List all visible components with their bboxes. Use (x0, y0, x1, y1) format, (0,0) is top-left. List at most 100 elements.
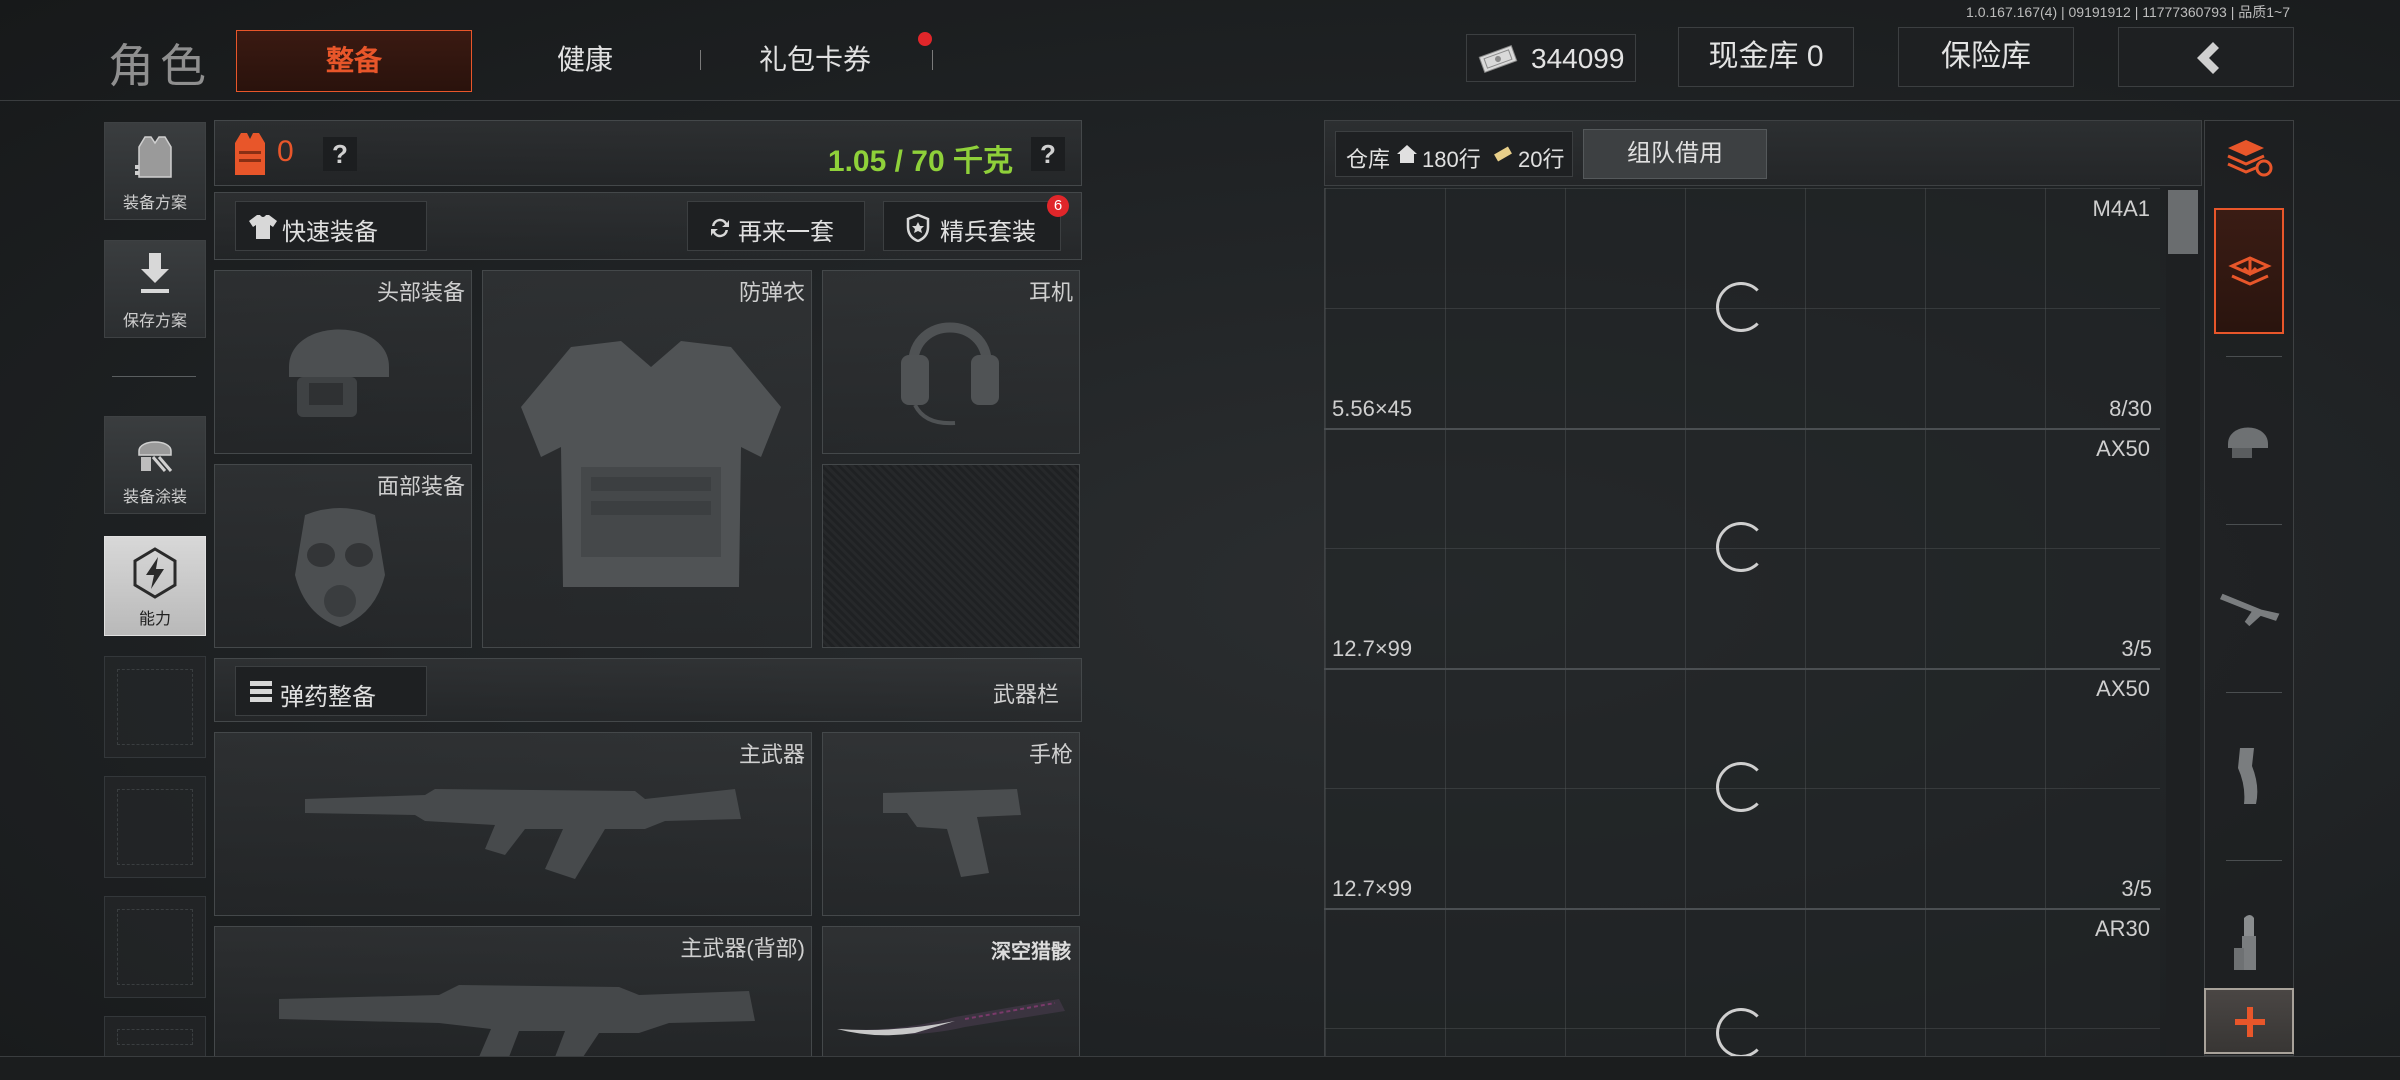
warehouse-header: 仓库 180行 20行 组队借用 (1324, 120, 2202, 186)
sidebar-divider (112, 376, 196, 377)
filter-magazine-button[interactable] (2214, 742, 2282, 810)
headset-icon (901, 322, 999, 426)
filter-divider (2226, 692, 2282, 693)
scrollbar-thumb[interactable] (2168, 190, 2198, 254)
reroll-button[interactable]: 再来一套 (687, 201, 865, 251)
loading-spinner-icon (1716, 762, 1766, 812)
paint-icon (138, 441, 173, 472)
cash-vault-label: 现金库 0 (1708, 40, 1824, 73)
primary-weapon-slot[interactable]: 主武器 (214, 732, 812, 916)
stack-refresh-icon (2227, 140, 2273, 177)
loading-spinner-icon (1716, 522, 1766, 572)
version-text: 1.0.167.167(4) | 09191912 | 11777360793 … (1966, 4, 2290, 20)
safe-vault-label: 保险库 (1941, 40, 2031, 73)
warehouse-rows-ticket: 20行 (1518, 147, 1565, 172)
filter-ammo-button[interactable] (2214, 910, 2282, 978)
notification-dot (918, 32, 932, 46)
bottom-bar (0, 1056, 2400, 1080)
ammo-bar: 弹药整备 武器栏 (214, 658, 1082, 722)
warehouse-item[interactable]: AX50 12.7×99 3/5 (1324, 668, 2160, 910)
elite-set-label: 精兵套装 (940, 219, 1036, 246)
weapon-bar-label: 武器栏 (992, 682, 1059, 707)
add-button[interactable] (2204, 988, 2294, 1054)
empty-slot (104, 776, 206, 878)
weight-value: 1.05 / 70 千克 (827, 145, 1013, 178)
tab-health[interactable]: 健康 (500, 30, 670, 90)
pistol-slot[interactable]: 手枪 (822, 732, 1080, 916)
primary-back-weapon-slot[interactable]: 主武器(背部) (214, 926, 812, 1057)
team-borrow-button[interactable]: 组队借用 (1583, 129, 1767, 179)
sidebar-item-ability[interactable]: 能力 (104, 536, 206, 636)
filter-helmet-button[interactable] (2214, 404, 2282, 472)
primary-back-weapon-label: 主武器(背部) (680, 936, 805, 961)
back-button[interactable] (2118, 27, 2294, 87)
magazine-icon (2238, 748, 2258, 804)
gas-mask-icon (295, 508, 385, 627)
filter-divider (2226, 860, 2282, 861)
melee-slot[interactable]: 深空猎骸 (822, 926, 1080, 1056)
loading-spinner-icon (1716, 282, 1766, 332)
locked-slot (822, 464, 1080, 648)
back-arrow-icon (2197, 42, 2219, 74)
sidebar-item-label: 能力 (138, 611, 171, 628)
empty-slot (104, 896, 206, 998)
melee-label: 深空猎骸 (991, 941, 1071, 963)
download-icon (141, 253, 169, 293)
sidebar-item-save-plan[interactable]: 保存方案 (104, 240, 206, 338)
helmet-icon (289, 329, 389, 417)
head-gear-slot[interactable]: 头部装备 (214, 270, 472, 454)
vest-icon (521, 341, 781, 587)
reroll-label: 再来一套 (738, 219, 834, 246)
elite-set-button[interactable]: 精兵套装 (883, 201, 1061, 251)
armor-count: 0 (277, 135, 294, 168)
weight-help-button[interactable]: ? (1031, 137, 1065, 171)
ability-icon (133, 547, 177, 599)
armor-icon (235, 133, 265, 175)
ammo-equip-button[interactable]: 弹药整备 (235, 666, 427, 716)
rifle-back-icon (279, 985, 755, 1057)
filter-divider (2226, 524, 2282, 525)
filter-rifle-button[interactable] (2214, 574, 2282, 642)
weapon-name: AX50 (2096, 436, 2150, 461)
elite-set-badge: 6 (1047, 195, 1069, 217)
face-gear-label: 面部装备 (376, 474, 465, 499)
armor-help-button[interactable]: ? (323, 137, 357, 171)
weapon-caliber: 5.56×45 (1332, 396, 1413, 421)
pistol-icon (883, 789, 1021, 877)
armor-vest-icon (135, 136, 172, 178)
warehouse-item[interactable]: M4A1 5.56×45 8/30 (1324, 188, 2160, 430)
plus-icon (2235, 1007, 2265, 1037)
tab-loadout[interactable]: 整备 (236, 30, 472, 92)
quick-equip-button[interactable]: 快速装备 (235, 201, 427, 251)
weapon-ammo-count: 3/5 (2121, 636, 2152, 661)
body-armor-slot[interactable]: 防弹衣 (482, 270, 812, 648)
sidebar-item-loadout-plan[interactable]: 装备方案 (104, 122, 206, 220)
weapon-ammo-count: 3/5 (2121, 876, 2152, 901)
primary-weapon-label: 主武器 (738, 742, 805, 767)
safe-vault-button[interactable]: 保险库 (1898, 27, 2074, 87)
cash-vault-button[interactable]: 现金库 0 (1678, 27, 1854, 87)
weapon-name: AR30 (2094, 916, 2150, 941)
warehouse-item[interactable]: AX50 12.7×99 3/5 (1324, 428, 2160, 670)
banknote-icon (1478, 45, 1518, 73)
sidebar-item-skin[interactable]: 装备涂装 (104, 416, 206, 514)
warehouse-item[interactable]: AR30 (1324, 908, 2160, 1058)
weapon-caliber: 12.7×99 (1332, 876, 1413, 901)
face-gear-slot[interactable]: 面部装备 (214, 464, 472, 648)
earphones-label: 耳机 (1028, 280, 1073, 305)
earphones-slot[interactable]: 耳机 (822, 270, 1080, 454)
tab-gift-cards-label: 礼包卡券 (758, 44, 871, 75)
tab-gift-cards[interactable]: 礼包卡券 (720, 30, 910, 90)
shirt-icon (249, 215, 277, 239)
warehouse-scrollbar[interactable] (2166, 188, 2200, 1056)
tab-loadout-label: 整备 (325, 45, 382, 76)
pistol-label: 手枪 (1028, 742, 1073, 767)
filter-all-button[interactable] (2214, 208, 2284, 334)
empty-slot (104, 1016, 206, 1058)
tab-health-label: 健康 (556, 44, 613, 75)
warehouse-capacity: 仓库 180行 20行 (1335, 131, 1573, 177)
weapon-caliber: 12.7×99 (1332, 636, 1413, 661)
tab-divider (932, 50, 933, 70)
filter-sort-button[interactable] (2214, 124, 2282, 192)
header-divider (0, 100, 2400, 101)
